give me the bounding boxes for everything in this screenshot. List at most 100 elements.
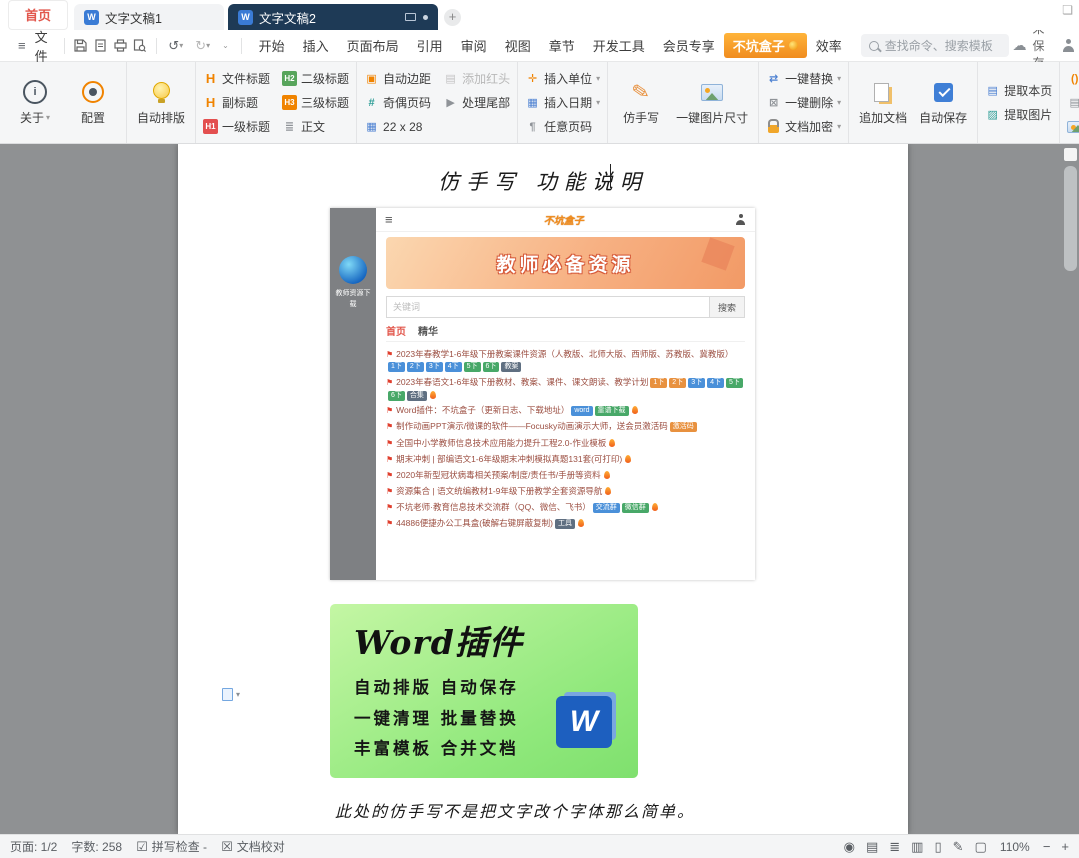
document-page[interactable]: 仿手写 功能说明 教师资源下载 ≡ 不坑盒子 教师必备资源 [178,144,908,834]
ribbon-tab[interactable]: 不坑盒子 [724,33,807,58]
ribbon-tab[interactable]: 效率 [807,33,851,58]
file-title-button[interactable]: H文件标题 [203,69,270,89]
handle-tail-button[interactable]: ▶处理尾部 [443,93,510,113]
append-doc-button[interactable]: 追加文档 [856,75,910,130]
auto-save-button[interactable]: 自动保存 [916,75,970,130]
document-tab[interactable]: W 文字文稿2 [228,4,438,30]
outline-view-icon[interactable]: ≣ [889,839,900,855]
link-badge: 靠谱下载 [595,406,629,416]
file-menu[interactable]: ≡ 文件 [8,25,56,67]
fit-page-icon[interactable]: ▢ [975,839,987,855]
zoom-in-button[interactable]: + [1061,839,1069,854]
hand-write-button[interactable]: ✎ 仿手写 [615,75,667,130]
spell-check-toggle[interactable]: ☑ 拼写检查 - [136,838,207,855]
share-screen-icon[interactable] [405,13,416,21]
link-badge: 4下 [707,378,724,388]
site-link-title: 全国中小学教师信息技术应用能力提升工程2.0-作业模板 [396,438,606,448]
redo-button[interactable]: ↻▾ [191,36,214,56]
edit-mode-icon[interactable]: ✎ [953,839,964,855]
word-count[interactable]: 字数: 258 [71,838,122,855]
undo-button[interactable]: ↺▾ [164,36,187,56]
site-link-title: 2023年春语文1-6年级下册教材、教案、课件、课文朗读、教学计划 [396,377,648,387]
ribbon-tabs: 开始 插入 页面布局 引用 审阅 视图 章节 开发工具 会员专享 不坑盒子 效率 [250,33,851,58]
extract-image-button[interactable]: ▨提取图片 [985,105,1052,125]
hamburger-icon: ≡ [14,36,30,55]
h1-title-button[interactable]: H1一级标题 [203,117,270,137]
more-tools-button[interactable]: ⌄ [218,39,233,52]
single-page-view-icon[interactable]: ▯ [934,839,941,855]
about-button[interactable]: i 关于▾ [9,75,61,130]
lightbulb-icon [153,82,170,99]
body-text-button[interactable]: ≣正文 [282,117,349,137]
image-anchor-button[interactable]: ▾ [222,688,240,701]
one-key-replace-button[interactable]: ⇄一键替换▾ [766,69,841,89]
new-tab-button[interactable]: + [444,9,461,26]
print-button[interactable] [112,36,128,56]
one-key-delete-button[interactable]: ⊠一键删除▾ [766,93,841,113]
insert-date-button[interactable]: ▦插入日期▾ [525,93,600,113]
page-size-button[interactable]: ▦22 x 28 [364,117,431,137]
ribbon-tab[interactable]: 视图 [496,33,540,58]
embedded-screenshot[interactable]: 教师资源下载 ≡ 不坑盒子 教师必备资源 搜索 [330,208,755,580]
site-link: ⚑资源集合 | 语文统编教材1-9年级下册教学全套资源导航 [386,485,745,498]
wps-doc-icon: W [238,10,253,25]
window-controls-icon[interactable]: ❏ [1062,3,1073,17]
doc-tabs: W 文字文稿1 W 文字文稿2 [74,4,438,30]
draft-template-button[interactable]: ▤稿子模板 [1067,93,1079,113]
search-icon [869,41,879,51]
image-size-button[interactable]: 一键图片尺寸 [673,75,751,130]
scrollbar-thumb[interactable] [1064,166,1077,271]
link-badge: 工具 [555,519,575,529]
h3-title-button[interactable]: H3三级标题 [282,93,349,113]
fire-icon [609,439,615,447]
collaborate-icon[interactable] [1062,39,1071,52]
print-preview-button[interactable] [132,36,148,56]
ribbon-tab[interactable]: 章节 [540,33,584,58]
document-tab[interactable]: W 文字文稿1 [74,4,224,30]
web-view-icon[interactable]: ▤ [866,839,878,855]
subtitle-button[interactable]: H副标题 [203,93,270,113]
extract-page-button[interactable]: ▤提取本页 [985,81,1052,101]
ribbon-tab-label: 视图 [505,39,531,54]
heading-icon: H [203,95,218,110]
doc-encrypt-button[interactable]: 文档加密▾ [766,117,841,137]
eye-protect-icon[interactable]: ◉ [844,839,855,855]
home-tab[interactable]: 首页 [8,0,68,30]
ribbon-tab[interactable]: 引用 [408,33,452,58]
bracket-right-button[interactable]: ()括号靠右 [1067,69,1079,89]
insert-unit-button[interactable]: ✛插入单位▾ [525,69,600,89]
ribbon-tab[interactable]: 页面布局 [338,33,408,58]
command-search[interactable] [861,34,1009,57]
ribbon-tab[interactable]: 插入 [294,33,338,58]
multi-page-view-icon[interactable]: ▥ [911,839,923,855]
site-user-icon [735,214,746,225]
menubar: ≡ 文件 ↺▾ ↻▾ ⌄ 开始 插入 页面布局 [0,30,1079,62]
save-button[interactable] [73,36,89,56]
ribbon-tab-label: 开发工具 [593,39,645,54]
h2-title-button[interactable]: H2二级标题 [282,69,349,89]
site-logo: 不坑盒子 [544,212,584,227]
green-plugin-card[interactable]: Word插件 自动排版 自动保存 一键清理 批量替换 丰富模板 合并文档 W [330,604,638,778]
auto-margin-button[interactable]: ▣自动边距 [364,69,431,89]
any-page-number-button[interactable]: ¶任意页码 [525,117,600,137]
odd-even-page-button[interactable]: #奇偶页码 [364,93,431,113]
zoom-out-button[interactable]: − [1043,839,1051,854]
ribbon-tab[interactable]: 开始 [250,33,294,58]
ribbon-tab[interactable]: 开发工具 [584,33,654,58]
scroll-up-button[interactable] [1064,148,1077,161]
ribbon-tab[interactable]: 会员专享 [654,33,724,58]
export-pdf-button[interactable] [93,36,109,56]
doc-proof-toggle[interactable]: ☒ 文档校对 [221,838,285,855]
pilcrow-icon: ¶ [525,119,540,134]
page-number-icon: # [364,95,379,110]
zoom-level[interactable]: 110% [998,840,1032,854]
ribbon-tab[interactable]: 审阅 [452,33,496,58]
one-key-insert-image-button[interactable]: 一键插图 [1067,117,1079,137]
vertical-scrollbar[interactable] [1064,148,1077,830]
ribbon-group-autolayout: 自动排版 [127,62,196,143]
auto-layout-button[interactable]: 自动排版 [134,75,188,130]
config-button[interactable]: 配置 [67,75,119,130]
add-redhead-button[interactable]: ▤添加红头 [443,69,510,89]
file-menu-label: 文件 [35,27,51,65]
search-input[interactable] [885,39,1001,53]
